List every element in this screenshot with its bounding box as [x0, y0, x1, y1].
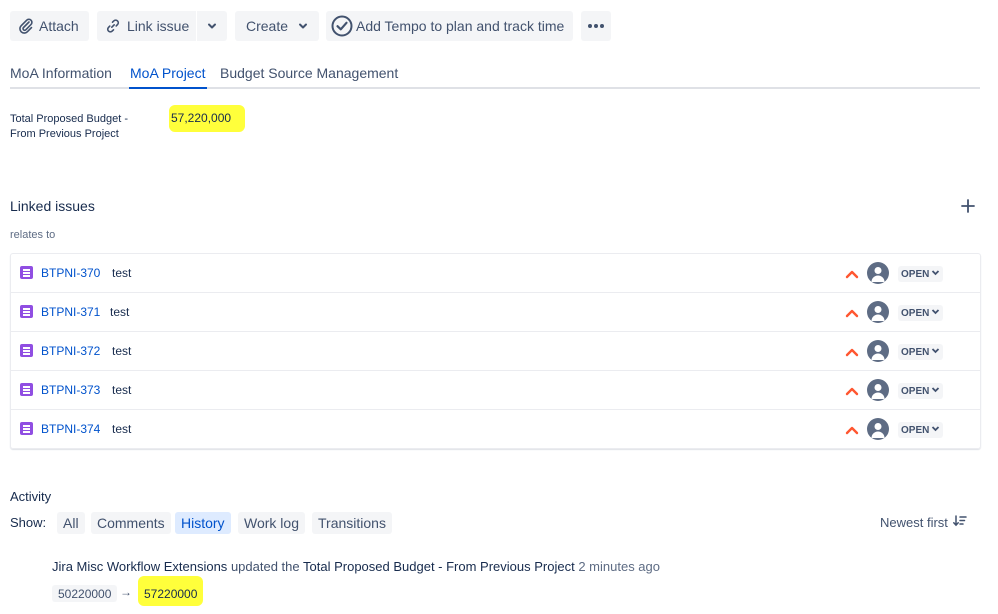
link-icon	[105, 18, 121, 34]
more-icon	[587, 23, 605, 29]
link-issue-button[interactable]: Link issue	[97, 11, 196, 41]
tempo-check-icon	[331, 15, 353, 37]
filter-comments-button[interactable]: Comments	[91, 512, 171, 534]
attach-button[interactable]: Attach	[10, 11, 89, 41]
issue-summary: test	[112, 422, 132, 436]
chevron-down-icon	[931, 268, 940, 280]
priority-high-icon	[845, 305, 859, 321]
status-dropdown[interactable]: OPEN	[898, 266, 944, 282]
filter-history-button[interactable]: History	[175, 512, 231, 534]
status-dropdown[interactable]: OPEN	[898, 344, 944, 360]
sort-descending-icon	[952, 515, 967, 530]
issue-summary: test	[112, 383, 132, 397]
history-arrow: →	[120, 585, 132, 599]
budget-label-line1: Total Proposed Budget -	[10, 113, 129, 125]
status-label: OPEN	[901, 385, 930, 397]
sort-order-button[interactable]: Newest first	[880, 515, 967, 530]
priority-high-icon	[845, 422, 859, 438]
history-actor[interactable]: Jira Misc Workflow Extensions	[52, 559, 227, 574]
history-entry: Jira Misc Workflow Extensions updated th…	[52, 559, 660, 574]
linked-issues-list: BTPNI-370 test OPEN BTPNI-371 test OPEN …	[10, 253, 981, 449]
issue-key-link[interactable]: BTPNI-374	[41, 422, 100, 436]
story-icon	[20, 344, 33, 357]
plus-icon	[961, 199, 975, 216]
history-time: 2 minutes ago	[578, 559, 660, 574]
create-label: Create	[246, 18, 289, 34]
status-label: OPEN	[901, 424, 930, 436]
status-label: OPEN	[901, 268, 930, 280]
issue-summary: test	[112, 344, 132, 358]
issue-key-link[interactable]: BTPNI-370	[41, 266, 100, 280]
history-new-value: 57220000	[144, 587, 198, 601]
attach-label: Attach	[39, 18, 79, 34]
assignee-avatar[interactable]	[867, 379, 889, 401]
issue-summary: test	[110, 305, 130, 319]
priority-high-icon	[845, 266, 859, 282]
story-icon	[20, 422, 33, 435]
status-dropdown[interactable]: OPEN	[898, 422, 944, 438]
assignee-avatar[interactable]	[867, 340, 889, 362]
assignee-avatar[interactable]	[867, 262, 889, 284]
linked-issues-title: Linked issues	[10, 198, 95, 214]
linked-issue-row[interactable]: BTPNI-374 test OPEN	[11, 410, 980, 448]
chevron-down-icon	[931, 346, 940, 358]
link-issue-label: Link issue	[127, 18, 190, 34]
add-tempo-button[interactable]: Add Tempo to plan and track time	[326, 11, 573, 41]
linked-issue-row[interactable]: BTPNI-372 test OPEN	[11, 332, 980, 371]
story-icon	[20, 266, 33, 279]
chevron-down-icon	[931, 424, 940, 436]
linked-issue-row[interactable]: BTPNI-373 test OPEN	[11, 371, 980, 410]
budget-value[interactable]: 57,220,000	[171, 111, 231, 125]
history-old-value: 50220000	[52, 585, 118, 602]
budget-field-label: Total Proposed Budget - From Previous Pr…	[10, 112, 128, 142]
add-link-button[interactable]	[961, 199, 975, 216]
status-label: OPEN	[901, 307, 930, 319]
issue-key-link[interactable]: BTPNI-372	[41, 344, 100, 358]
status-label: OPEN	[901, 346, 930, 358]
chevron-down-icon	[931, 385, 940, 397]
filter-all-button[interactable]: All	[57, 512, 85, 534]
history-field: Total Proposed Budget - From Previous Pr…	[303, 559, 575, 574]
active-tab-indicator	[129, 87, 207, 89]
paperclip-icon	[18, 18, 34, 34]
tab-budget-source-management[interactable]: Budget Source Management	[220, 65, 398, 81]
assignee-avatar[interactable]	[867, 418, 889, 440]
filter-transitions-button[interactable]: Transitions	[312, 512, 392, 534]
link-issue-dropdown-button[interactable]	[197, 11, 227, 41]
tab-moa-information[interactable]: MoA Information	[10, 65, 112, 81]
chevron-down-icon	[297, 20, 309, 32]
linked-issue-row[interactable]: BTPNI-370 test OPEN	[11, 254, 980, 293]
show-label: Show:	[10, 515, 47, 530]
priority-high-icon	[845, 344, 859, 360]
assignee-avatar[interactable]	[867, 301, 889, 323]
issue-key-link[interactable]: BTPNI-371	[41, 305, 100, 319]
sort-label: Newest first	[880, 515, 948, 530]
more-actions-button[interactable]	[581, 11, 611, 41]
story-icon	[20, 305, 33, 318]
relation-label: relates to	[10, 229, 56, 241]
history-action: updated the	[230, 559, 300, 574]
budget-label-line2: From Previous Project	[10, 128, 119, 140]
chevron-down-icon	[931, 307, 940, 319]
create-button[interactable]: Create	[235, 11, 319, 41]
issue-summary: test	[112, 266, 132, 280]
chevron-down-icon	[206, 20, 218, 32]
linked-issue-row[interactable]: BTPNI-371 test OPEN	[11, 293, 980, 332]
story-icon	[20, 383, 33, 396]
priority-high-icon	[845, 383, 859, 399]
add-tempo-label: Add Tempo to plan and track time	[356, 18, 565, 34]
tab-moa-project[interactable]: MoA Project	[130, 65, 205, 81]
activity-title: Activity	[10, 489, 52, 504]
status-dropdown[interactable]: OPEN	[898, 383, 944, 399]
issue-key-link[interactable]: BTPNI-373	[41, 383, 100, 397]
filter-worklog-button[interactable]: Work log	[238, 512, 305, 534]
status-dropdown[interactable]: OPEN	[898, 305, 944, 321]
